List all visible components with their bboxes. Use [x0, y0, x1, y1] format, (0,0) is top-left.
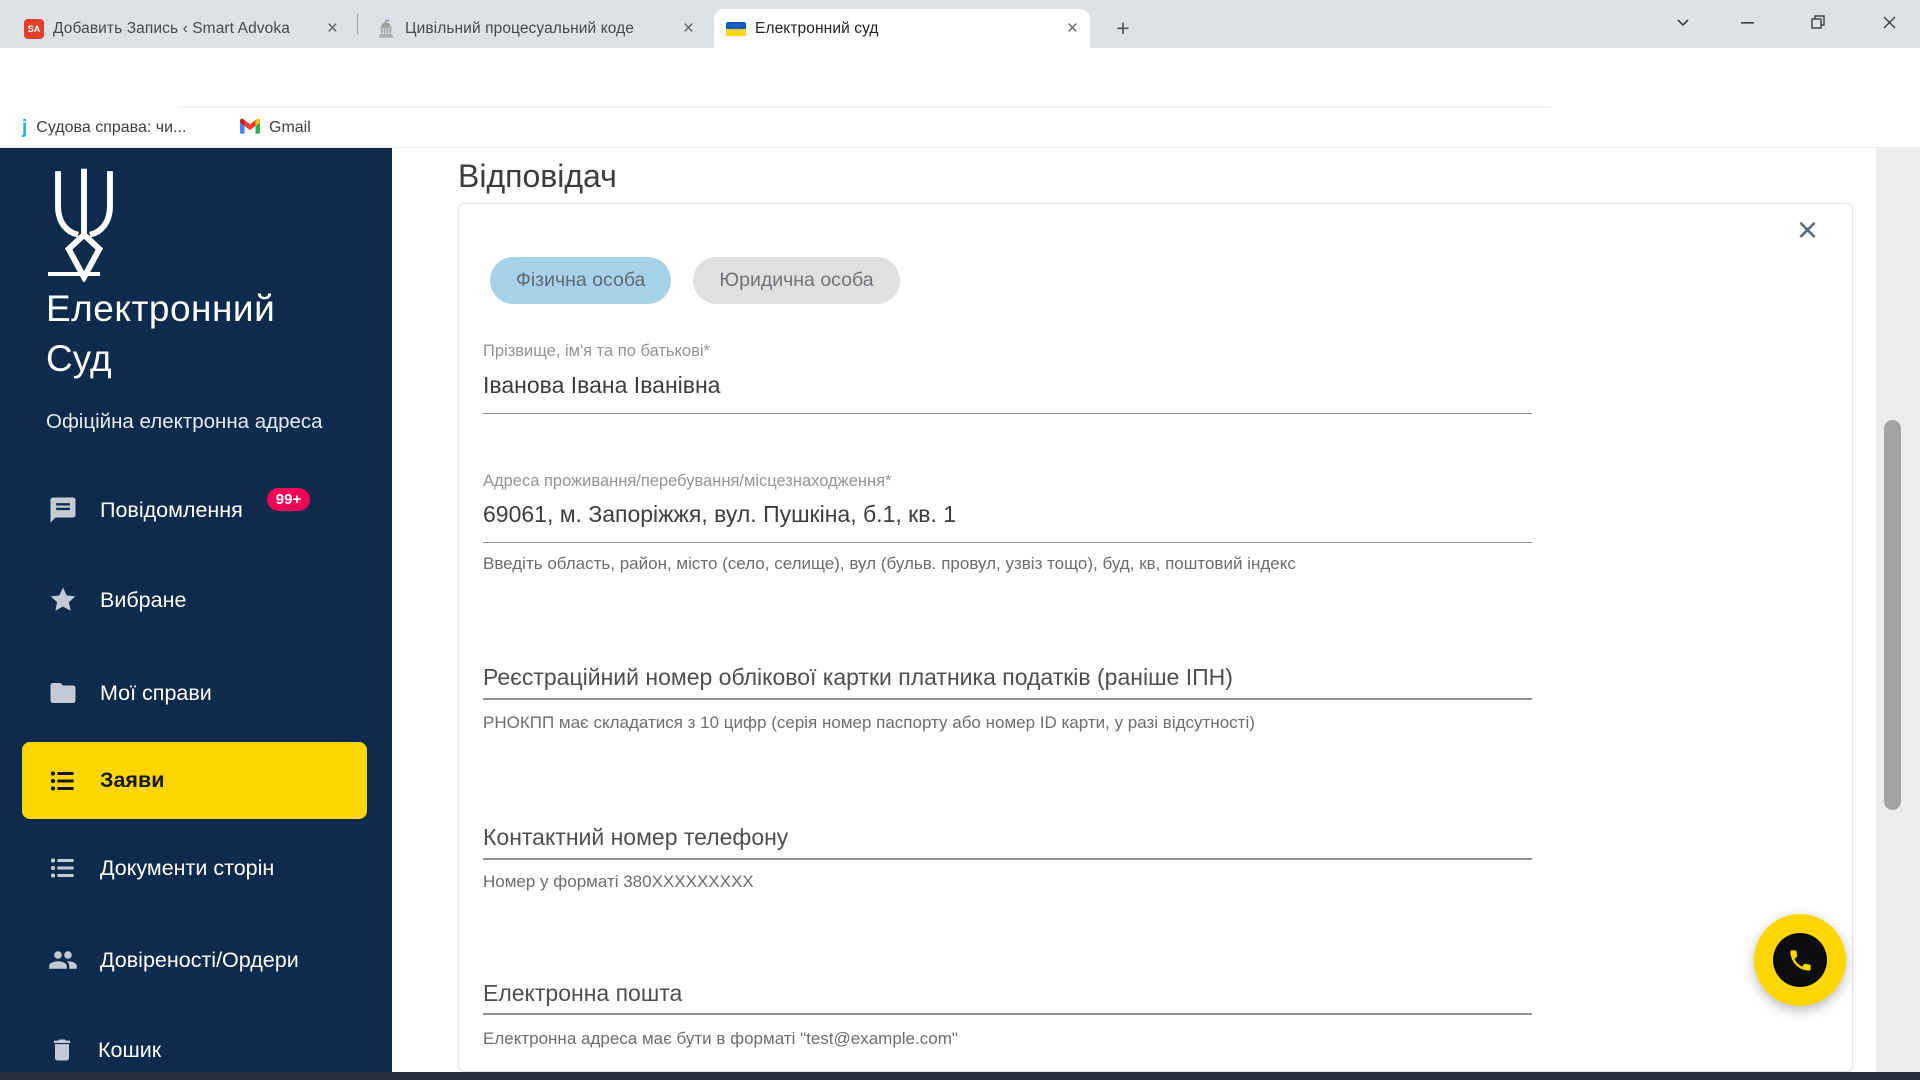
full-name-label: Прізвище, ім'я та по батькові* — [483, 342, 710, 360]
app-subtitle: Офіційна електронна адреса — [46, 410, 323, 433]
email-hint: Електронна адреса має бути в форматі "te… — [483, 1029, 958, 1048]
tab-divider — [357, 14, 358, 34]
address-input[interactable]: 69061, м. Запоріжжя, вул. Пушкіна, б.1, … — [483, 501, 956, 528]
close-icon[interactable]: × — [1797, 212, 1818, 248]
sidebar-item-label: Повідомлення — [100, 497, 243, 522]
bookmark-label: Gmail — [269, 119, 311, 136]
sidebar-item-favorites[interactable]: Вибране — [0, 572, 392, 628]
star-icon — [50, 587, 76, 611]
j-favicon-icon: j — [22, 117, 28, 138]
tax-number-hint: РНОКПП має складатися з 10 цифр (серія н… — [483, 713, 1255, 732]
input-underline — [483, 542, 1532, 543]
bookmark-court-case[interactable]: j Судова справа: чи... — [22, 108, 186, 148]
tab-individual-person[interactable]: Фізична особа — [490, 257, 672, 304]
new-tab-button[interactable]: + — [1108, 13, 1138, 43]
person-type-tabs: Фізична особа Юридична особа — [490, 257, 900, 304]
tab-close-icon[interactable]: × — [1065, 19, 1080, 38]
logo-divider — [48, 272, 100, 276]
sidebar-item-label: Довіреності/Ордери — [100, 947, 299, 972]
tab-search-chevron-icon[interactable] — [1662, 6, 1704, 38]
tab-title: Електронний суд — [755, 19, 879, 37]
browser-tab-civil-code[interactable]: Цивільний процесуальний коде × — [364, 9, 706, 48]
email-input[interactable]: Електронна пошта — [483, 980, 682, 1007]
defendant-form-card: × Фізична особа Юридична особа Прізвище,… — [458, 203, 1853, 1072]
rada-building-favicon-icon — [376, 19, 396, 39]
sidebar-item-claims[interactable]: Заяви — [22, 742, 367, 819]
phone-icon — [1773, 933, 1827, 987]
input-underline — [483, 858, 1532, 860]
sidebar-item-label: Мої справи — [100, 680, 212, 705]
window-restore-button[interactable] — [1797, 6, 1839, 38]
address-hint: Введіть область, район, місто (село, сел… — [483, 554, 1296, 573]
list-icon — [50, 858, 74, 878]
sidebar-item-label: Документи сторін — [100, 855, 275, 880]
tab-close-icon[interactable]: × — [681, 19, 696, 38]
browser-tab-strip: SA Добавить Запись ‹ Smart Advoka × Циві… — [0, 0, 1920, 48]
sidebar-item-powers-of-attorney[interactable]: Довіреності/Ордери — [0, 932, 392, 988]
window-close-button[interactable] — [1868, 6, 1910, 38]
trash-icon — [53, 1039, 71, 1061]
full-name-input[interactable]: Іванова Івана Іванівна — [483, 372, 720, 399]
tryzub-logo-icon — [45, 164, 123, 287]
bookmark-gmail[interactable]: Gmail — [240, 108, 311, 148]
input-underline — [483, 698, 1532, 700]
page-title: Відповідач — [458, 158, 617, 194]
bookmark-label: Судова справа: чи... — [36, 119, 187, 136]
tab-title: Добавить Запись ‹ Smart Advoka — [53, 19, 290, 37]
list-icon — [50, 770, 74, 791]
folder-icon — [50, 683, 76, 703]
phone-number-input[interactable]: Контактний номер телефону — [483, 824, 788, 851]
app-title-line2: Суд — [46, 338, 112, 379]
sidebar-item-label: Кошик — [98, 1037, 162, 1062]
bottom-edge-strip — [0, 1072, 1920, 1080]
sidebar-item-label: Вибране — [100, 587, 187, 612]
address-label: Адреса проживання/перебування/місцезнахо… — [483, 472, 892, 490]
smart-advokat-favicon-icon: SA — [24, 18, 44, 39]
window-minimize-button[interactable] — [1726, 6, 1768, 38]
tab-legal-entity[interactable]: Юридична особа — [693, 257, 900, 304]
sidebar-item-party-documents[interactable]: Документи сторін — [0, 840, 392, 896]
browser-tab-smart-advokat[interactable]: SA Добавить Запись ‹ Smart Advoka × — [12, 9, 350, 48]
ukraine-flag-favicon-icon — [726, 21, 746, 36]
sidebar-item-trash[interactable]: Кошик — [0, 1022, 392, 1078]
tab-close-icon[interactable]: × — [325, 19, 340, 38]
people-icon — [49, 951, 77, 969]
input-underline — [483, 1013, 1532, 1015]
message-icon — [50, 497, 76, 523]
messages-count-badge: 99+ — [266, 487, 311, 511]
sidebar-item-my-cases[interactable]: Мої справи — [0, 665, 392, 721]
page-scrollbar-thumb[interactable] — [1884, 420, 1901, 810]
phone-number-hint: Номер у форматі 380XXXXXXXXX — [483, 872, 754, 891]
call-support-button[interactable] — [1754, 914, 1846, 1006]
app-title-line1: Електронний — [46, 288, 276, 329]
sidebar-item-messages[interactable]: Повідомлення 99+ — [0, 482, 392, 538]
tab-title: Цивільний процесуальний коде — [405, 19, 635, 37]
app-sidebar: Електронний Суд Офіційна електронна адре… — [0, 148, 392, 1080]
browser-toolbar: cabinet.court.gov.ua/claims/efdd2ff34fd6… — [0, 48, 1920, 146]
sidebar-item-label: Заяви — [100, 768, 165, 792]
gmail-favicon-icon — [240, 118, 260, 139]
input-underline — [483, 413, 1532, 414]
page-scrollbar-track[interactable] — [1876, 148, 1920, 1072]
bookmarks-bar: j Судова справа: чи... Gmail — [0, 108, 1920, 148]
browser-tab-electronic-court[interactable]: Електронний суд × — [714, 9, 1090, 48]
tax-number-input[interactable]: Реєстраційний номер облікової картки пла… — [483, 664, 1233, 691]
